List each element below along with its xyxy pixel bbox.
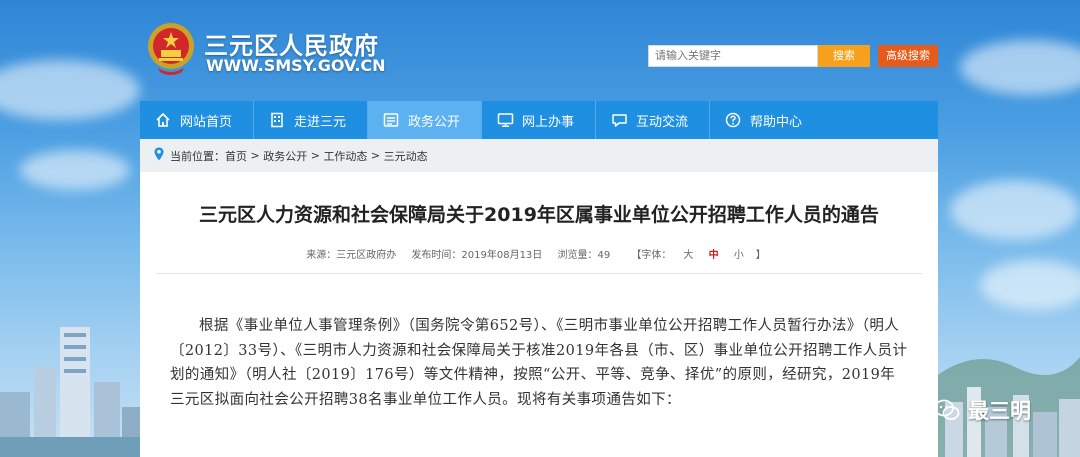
city-skyline-right [935,357,1080,457]
font-size-small-button[interactable]: 小 [734,250,744,261]
search-input[interactable] [648,45,818,67]
building-icon [268,111,286,129]
article-title: 三元区人力资源和社会保障局关于2019年区属事业单位公开招聘工作人员的通告 [199,204,879,226]
breadcrumb-link-gov-affairs[interactable]: 政务公开 [263,148,307,164]
article-meta: 来源：三元区政府办 发布时间：2019年08月13日 浏览量：49 【字体： 大 … [140,246,938,261]
breadcrumb-prefix: 当前位置： [170,149,225,163]
nav-label: 网站首页 [180,114,233,130]
watermark-label: 最三明 [968,399,1031,423]
nav-item-home[interactable]: 网站首页 [140,101,253,139]
article-body: 根据《事业单位人事管理条例》（国务院令第652号）、《三明市事业单位公开招聘工作… [170,318,908,408]
article-views: 浏览量：49 [557,250,611,261]
font-size-end: 】 [755,250,766,261]
breadcrumb-link-work-news[interactable]: 工作动态 [323,148,367,164]
advanced-search-button[interactable]: 高级搜索 [878,45,938,67]
chat-icon [610,111,628,129]
breadcrumb-link-home[interactable]: 首页 [225,148,247,164]
nav-label: 网上办事 [522,114,575,130]
breadcrumb-separator: > [367,149,384,162]
watermark: 最三明 [934,395,1031,425]
wechat-icon [934,399,960,420]
monitor-icon [496,111,514,129]
background-cloud [950,180,1080,240]
font-size-large-button[interactable]: 大 [683,250,693,261]
nav-item-gov-affairs[interactable]: 政务公开 [368,101,481,139]
background-cloud [0,60,140,120]
nav-label: 帮助中心 [750,114,803,130]
article-panel: 三元区人力资源和社会保障局关于2019年区属事业单位公开招聘工作人员的通告 来源… [140,172,938,457]
nav-label: 政务公开 [408,114,461,130]
folder-icon [382,111,400,129]
background-cloud [20,150,130,190]
breadcrumb-link-sanyuan-news[interactable]: 三元动态 [384,148,428,164]
background-cloud [980,260,1080,310]
nav-item-help[interactable]: 帮助中心 [710,101,823,139]
location-pin-icon [154,147,164,164]
nav-item-about[interactable]: 走进三元 [254,101,367,139]
nav-label: 走进三元 [294,114,347,130]
nav-item-interaction[interactable]: 互动交流 [596,101,709,139]
font-size-medium-button[interactable]: 中 [709,250,719,261]
nav-label: 互动交流 [636,114,689,130]
main-nav: 网站首页 走进三元 政务公开 网上办事 互动交流 帮助中心 [140,101,938,139]
font-size-control: 【字体： 大 中 小】 [625,250,771,261]
article-source: 来源：三元区政府办 [306,250,397,261]
background-cloud [960,40,1080,95]
home-icon [154,111,172,129]
city-skyline-left [0,327,140,457]
nav-item-online-service[interactable]: 网上办事 [482,101,595,139]
font-size-label: 【字体： [631,250,672,261]
breadcrumb: 当前位置： 首页 > 政务公开 > 工作动态 > 三元动态 [140,139,938,172]
article-publish-time: 发布时间：2019年08月13日 [411,250,543,261]
meta-divider [156,273,922,274]
help-icon [724,111,742,129]
breadcrumb-separator: > [247,149,264,162]
national-emblem-icon [148,23,194,75]
breadcrumb-separator: > [307,149,324,162]
site-url[interactable]: WWW.SMSY.GOV.CN [206,56,386,75]
search-button[interactable]: 搜索 [818,45,870,67]
